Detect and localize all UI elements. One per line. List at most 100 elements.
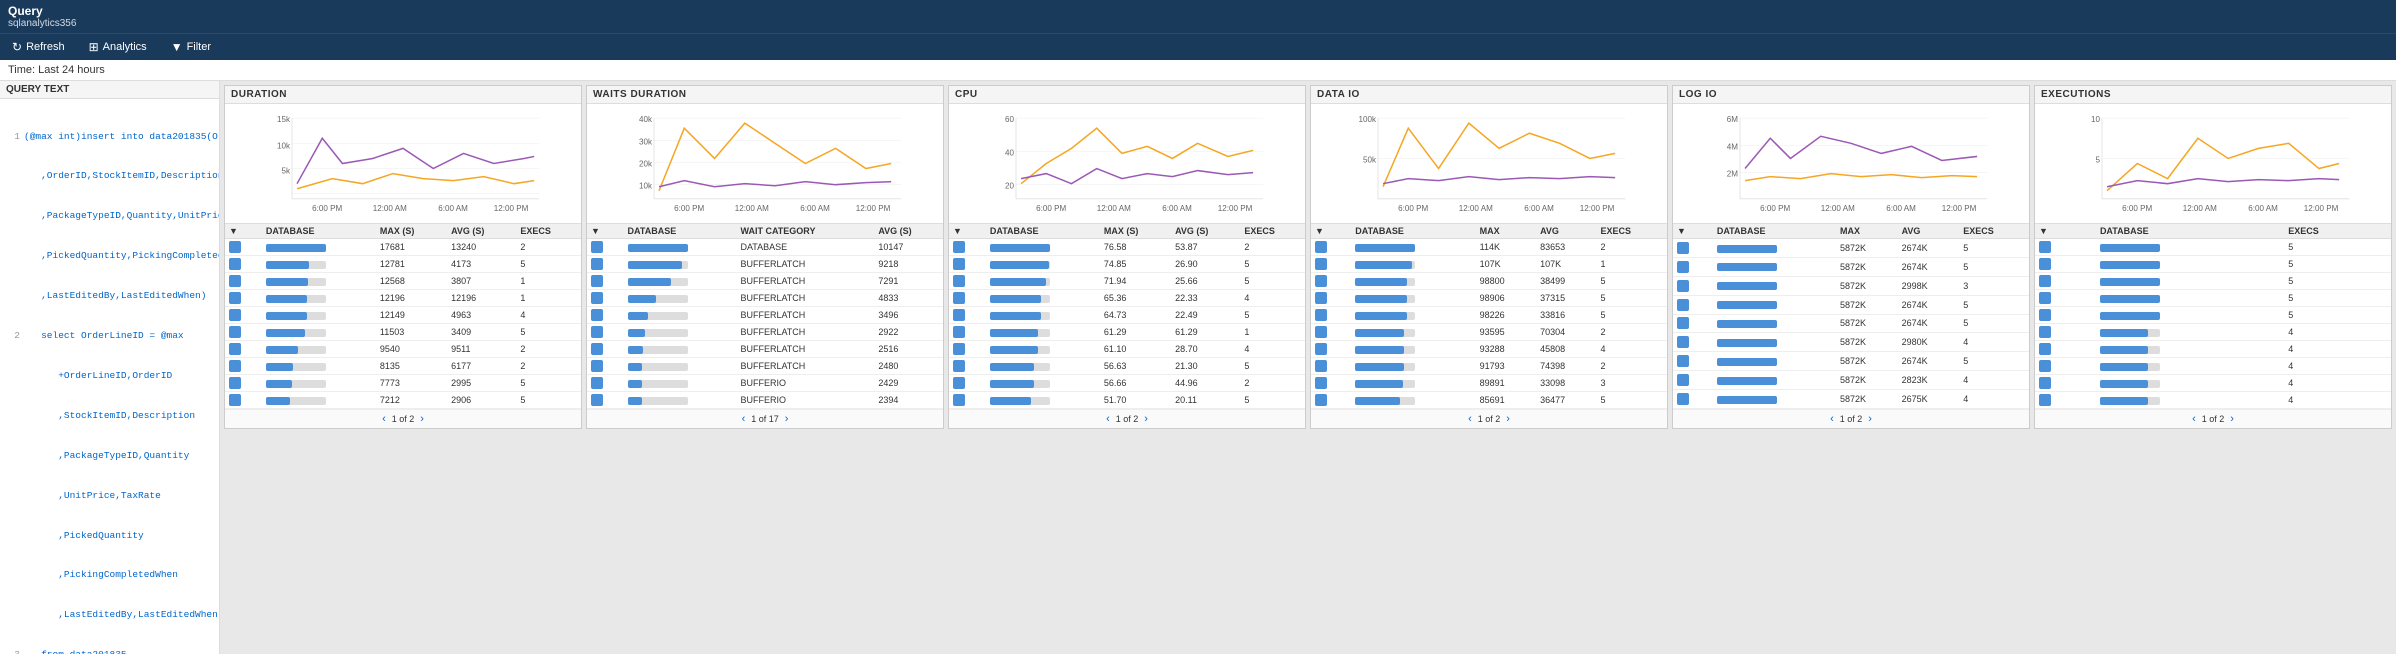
logio-prev[interactable]: ‹ (1828, 413, 1836, 425)
time-bar: Time: Last 24 hours (0, 60, 2396, 81)
avg-val: 2980K (1898, 333, 1960, 352)
progress-bg (2100, 312, 2160, 320)
db-icon-cell (225, 341, 262, 358)
query-line: ,PickedQuantity (4, 529, 215, 542)
duration-prev[interactable]: ‹ (380, 413, 388, 425)
refresh-label: Refresh (26, 41, 65, 53)
table-row: 98800 38499 5 (1311, 273, 1667, 290)
db-icon (1677, 336, 1689, 348)
svg-text:4M: 4M (1727, 142, 1738, 151)
db-icon-cell (2035, 256, 2096, 273)
logio-panel: LOG IO 6M 4M 2M 6:00 PM 12:00 AM 6:00 AM (1672, 85, 2030, 429)
progress-bg (990, 329, 1050, 337)
avg-val: 44.96 (1171, 375, 1240, 392)
logio-col-filter[interactable]: ▼ (1673, 224, 1713, 239)
db-bar (986, 290, 1100, 307)
filter-button[interactable]: ▼ Filter (167, 38, 215, 56)
execs-val: 5 (1959, 295, 2029, 314)
duration-next[interactable]: › (418, 413, 426, 425)
svg-text:12:00 PM: 12:00 PM (1218, 204, 1253, 213)
db-icon-cell (2035, 341, 2096, 358)
progress-bg (1355, 397, 1415, 405)
db-icon-cell (1673, 314, 1713, 333)
avg-val: 3807 (447, 273, 516, 290)
dataio-next[interactable]: › (1504, 413, 1512, 425)
dataio-prev[interactable]: ‹ (1466, 413, 1474, 425)
refresh-button[interactable]: ↻ Refresh (8, 38, 69, 56)
progress-fill (1355, 329, 1404, 337)
logio-col-max: MAX (1836, 224, 1898, 239)
avg-val: 2995 (447, 375, 516, 392)
table-row: 65.36 22.33 4 (949, 290, 1305, 307)
db-icon (591, 258, 603, 270)
analytics-button[interactable]: ⊞ Analytics (85, 38, 151, 56)
db-icon (2039, 258, 2051, 270)
db-bar (986, 392, 1100, 409)
db-icon-cell (2035, 375, 2096, 392)
db-bar (262, 239, 376, 256)
db-icon (1677, 242, 1689, 254)
db-icon (229, 326, 241, 338)
exec-col-filter[interactable]: ▼ (2035, 224, 2096, 239)
category-val: BUFFERIO (736, 392, 874, 409)
avg-val: 2675K (1898, 390, 1960, 409)
duration-col-avg: AVG (S) (447, 224, 516, 239)
waits-next[interactable]: › (783, 413, 791, 425)
progress-bg (266, 397, 326, 405)
progress-fill (266, 397, 291, 405)
max-val: 12149 (376, 307, 447, 324)
dataio-page: 1 of 2 (1478, 414, 1501, 424)
execs-val: 4 (1959, 333, 2029, 352)
progress-fill (1717, 377, 1777, 385)
db-bar (262, 358, 376, 375)
avg-val: 2394 (874, 392, 943, 409)
cpu-col-filter[interactable]: ▼ (949, 224, 986, 239)
cpu-next[interactable]: › (1142, 413, 1150, 425)
category-val: BUFFERLATCH (736, 324, 874, 341)
dataio-col-filter[interactable]: ▼ (1311, 224, 1351, 239)
svg-text:6:00 AM: 6:00 AM (1886, 204, 1916, 213)
avg-val: 13240 (447, 239, 516, 256)
progress-bg (628, 244, 688, 252)
executions-next[interactable]: › (2228, 413, 2236, 425)
duration-col-filter[interactable]: ▼ (225, 224, 262, 239)
progress-bg (1355, 329, 1415, 337)
db-icon-cell (587, 341, 624, 358)
logio-title: LOG IO (1673, 86, 2029, 104)
max-val: 12568 (376, 273, 447, 290)
table-row: 7773 2995 5 (225, 375, 581, 392)
logio-table: ▼ DATABASE MAX AVG EXECS 5872K 2674K 5 5… (1673, 224, 2029, 409)
cpu-prev[interactable]: ‹ (1104, 413, 1112, 425)
waits-prev[interactable]: ‹ (740, 413, 748, 425)
progress-bg (1717, 377, 1777, 385)
duration-svg: 15k 10k 5k 6:00 PM 12:00 AM 6:00 AM 12:0… (229, 108, 577, 219)
db-icon-cell (949, 324, 986, 341)
execs-val: 4 (516, 307, 581, 324)
avg-val: 3496 (874, 307, 943, 324)
query-line: ,OrderID,StockItemID,Description (4, 169, 215, 182)
db-icon (1677, 374, 1689, 386)
progress-fill (990, 261, 1049, 269)
logio-next[interactable]: › (1866, 413, 1874, 425)
progress-fill (1355, 380, 1402, 388)
table-row: 5872K 2674K 5 (1673, 257, 2029, 276)
db-bar (624, 239, 737, 256)
db-bar (2096, 239, 2284, 256)
cpu-page: 1 of 2 (1116, 414, 1139, 424)
db-bar (262, 324, 376, 341)
category-val: BUFFERLATCH (736, 358, 874, 375)
waits-col-filter[interactable]: ▼ (587, 224, 624, 239)
table-row: BUFFERLATCH 2480 (587, 358, 943, 375)
execs-val: 4 (1240, 341, 1305, 358)
db-bar (986, 341, 1100, 358)
category-val: DATABASE (736, 239, 874, 256)
db-icon (953, 292, 965, 304)
executions-prev[interactable]: ‹ (2190, 413, 2198, 425)
avg-val: 4833 (874, 290, 943, 307)
db-icon (229, 343, 241, 355)
db-icon (953, 326, 965, 338)
avg-val: 22.49 (1171, 307, 1240, 324)
svg-text:12:00 AM: 12:00 AM (1459, 204, 1493, 213)
db-icon-cell (949, 375, 986, 392)
progress-bg (1717, 301, 1777, 309)
